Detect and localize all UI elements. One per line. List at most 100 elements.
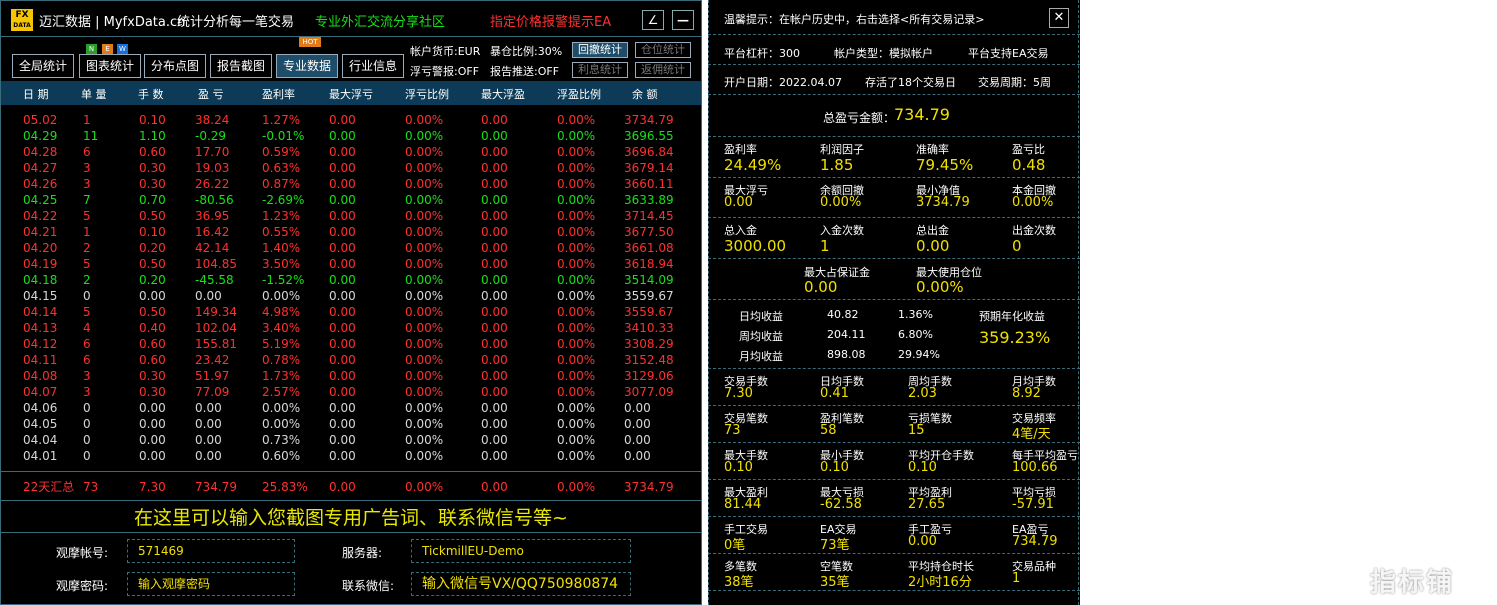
rebate-stats-button[interactable]: 返佣统计	[635, 62, 691, 78]
table-cell: 0.00	[195, 417, 222, 431]
table-cell: 0.00%	[557, 433, 596, 447]
table-cell: 0.00%	[557, 129, 596, 143]
table-cell: 0.60	[139, 353, 166, 367]
table-cell: 1.73%	[262, 369, 301, 383]
table-cell: 0.55%	[262, 225, 301, 239]
account-type: 帐户类型：模拟帐户	[834, 47, 933, 60]
table-cell: 0.60	[139, 145, 166, 159]
server-field[interactable]: TickmillEU-Demo	[411, 539, 631, 563]
table-cell: 04.21	[23, 225, 58, 239]
ea-link[interactable]: 指定价格报警提示EA	[490, 11, 611, 30]
summary-days: 22天汇总	[23, 480, 75, 494]
interest-stats-button[interactable]: 利息统计	[572, 62, 628, 78]
table-cell: 0.00%	[557, 417, 596, 431]
monthly-avg-label: 月均收益	[739, 350, 783, 363]
total-pl-label: 总盈亏金额：	[823, 111, 896, 125]
table-cell: 04.28	[23, 145, 58, 159]
table-cell: 0.50	[139, 257, 166, 271]
position-stats-button[interactable]: 仓位统计	[635, 42, 691, 58]
table-cell: 0.00	[329, 401, 356, 415]
pin-button[interactable]: ∠	[642, 10, 664, 30]
table-cell: 42.14	[195, 241, 230, 255]
col-lots: 手 数	[138, 88, 164, 101]
table-cell: 6	[83, 337, 91, 351]
stat-label: 出金次数	[1012, 224, 1056, 237]
pro-data-button[interactable]: 专业数据	[276, 54, 339, 78]
distribution-chart-button[interactable]: 分布点图	[144, 54, 207, 78]
stat-value: 35笔	[820, 575, 850, 590]
table-cell: 0.00	[329, 177, 356, 191]
table-cell: 0.00%	[405, 273, 444, 287]
platform-section: 平台杠杆：300 帐户类型：模拟帐户 平台支持EA交易	[708, 35, 1080, 65]
stat-value: 0.41	[820, 386, 849, 401]
table-cell: 77.09	[195, 385, 230, 399]
table-cell: 0.00	[481, 257, 508, 271]
table-cell: 0.00%	[405, 225, 444, 239]
table-cell: 1.40%	[262, 241, 301, 255]
table-cell: 0.60%	[262, 449, 301, 463]
global-stats-button[interactable]: 全局统计	[12, 54, 75, 78]
table-cell: 05.02	[23, 113, 58, 127]
stats-panel: FX DATA 迈汇数据 | MyfxData.cn 统计分析每一笔交易 专业外汇…	[0, 0, 702, 605]
blank-area	[1080, 0, 1497, 605]
table-cell: 04.27	[23, 161, 58, 175]
table-cell: 0.00	[624, 417, 651, 431]
table-cell: 0.00%	[557, 209, 596, 223]
stat-value: 0.00	[908, 534, 937, 549]
stat-value: 100.66	[1012, 460, 1058, 475]
table-cell: 0.00	[329, 161, 356, 175]
table-cell: 0.00	[481, 161, 508, 175]
table-cell: 0.00%	[405, 385, 444, 399]
table-cell: 11	[83, 129, 99, 143]
report-screenshot-button[interactable]: 报告截图	[210, 54, 273, 78]
table-cell: 0.10	[139, 225, 166, 239]
drawdown-stats-button[interactable]: 回撤统计	[572, 42, 628, 58]
table-cell: 04.07	[23, 385, 58, 399]
float-loss-alarm[interactable]: 浮亏警报:OFF	[410, 63, 479, 79]
stats-row: 多笔数 38笔 空笔数 35笔 平均持仓时长 2小时16分 交易品种 1	[708, 554, 1080, 591]
weekly-avg-value: 204.11	[827, 328, 866, 341]
report-push[interactable]: 报告推送:OFF	[490, 63, 559, 79]
table-cell: 04.13	[23, 321, 58, 335]
stat-value: 24.49%	[724, 156, 782, 174]
table-cell: 0.00	[329, 321, 356, 335]
summary-max-float-profit: 0.00	[481, 480, 508, 494]
table-cell: 3129.06	[624, 369, 674, 383]
stat-value: 2.03	[908, 386, 937, 401]
table-row: 04.27 3 0.30 19.03 0.63% 0.00 0.00% 0.00 0.00% 36…	[1, 160, 701, 176]
password-label: 观摩密码:	[56, 579, 109, 593]
table-row: 04.01 0 0.00 0.00 0.60% 0.00 0.00% 0.00 0.00% 0.0…	[1, 448, 701, 464]
table-cell: 0.00%	[557, 257, 596, 271]
stats-row: 盈利率 24.49% 利润因子 1.85 准确率 79.45% 盈亏比 0.48	[708, 137, 1080, 178]
stats-row: 交易手数 7.30 日均手数 0.41 周均手数 2.03 月均手数 8.92	[708, 369, 1080, 406]
close-icon[interactable]: ✕	[1049, 8, 1069, 28]
table-cell: 2	[83, 273, 91, 287]
stat-value: 0	[1012, 237, 1022, 255]
community-link[interactable]: 专业外汇交流分享社区	[315, 11, 445, 30]
table-row: 04.13 4 0.40 102.04 3.40% 0.00 0.00% 0.00 0.00% 3…	[1, 320, 701, 336]
table-cell: 0.00	[329, 257, 356, 271]
table-cell: 0.00	[481, 385, 508, 399]
password-field[interactable]: 输入观摩密码	[127, 572, 295, 596]
table-cell: 0.00	[139, 433, 166, 447]
stat-value: 4笔/天	[1012, 427, 1051, 442]
table-cell: 0.30	[139, 385, 166, 399]
table-cell: 36.95	[195, 209, 230, 223]
table-cell: 102.04	[195, 321, 237, 335]
account-field[interactable]: 571469	[127, 539, 295, 563]
table-cell: 0.00	[481, 369, 508, 383]
wechat-field[interactable]: 输入微信号VX/QQ750980874	[411, 572, 631, 596]
chart-stats-button[interactable]: 图表统计	[79, 54, 142, 78]
table-cell: 19.03	[195, 161, 230, 175]
table-cell: 0.00%	[405, 193, 444, 207]
industry-info-button[interactable]: 行业信息	[342, 54, 405, 78]
stat-value: 73	[724, 423, 741, 438]
table-cell: 0.10	[139, 113, 166, 127]
minimize-button[interactable]: —	[672, 10, 694, 30]
table-cell: 0.00%	[405, 305, 444, 319]
platform-leverage: 平台杠杆：300	[724, 47, 800, 60]
table-cell: 3	[83, 177, 91, 191]
table-cell: 0.78%	[262, 353, 301, 367]
ad-text[interactable]: 在这里可以输入您截图专用广告词、联系微信号等~	[1, 503, 701, 533]
account-label: 观摩帐号:	[56, 546, 109, 560]
